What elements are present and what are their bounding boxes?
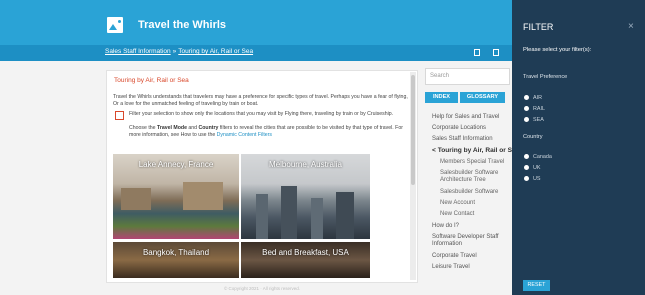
filter-guide-text: Choose the Travel Mode and Country filte… (129, 125, 414, 139)
filter-title: FILTER (523, 22, 554, 32)
index-button[interactable]: INDEX (425, 92, 458, 103)
skyscraper-shape (336, 192, 354, 239)
nav-item-software-developer[interactable]: Software Developer Staff Information (432, 234, 512, 248)
nav-item-how-do-i[interactable]: How do I? (432, 223, 459, 229)
filter-prompt: Please select your filter(s): (523, 47, 592, 53)
filter-option-us[interactable]: US (524, 176, 541, 182)
breadcrumb-link-touring[interactable]: Touring by Air, Rail or Sea (178, 48, 253, 55)
skyscraper-shape (256, 194, 268, 239)
tile-bangkok[interactable]: Bangkok, Thailand (113, 242, 239, 278)
building-shape (183, 182, 223, 210)
filter-option-rail[interactable]: RAIL (524, 106, 545, 112)
guide-country: Country (198, 125, 219, 131)
option-label: Canada (533, 154, 552, 160)
tile-label: Lake Annecy, France (138, 160, 214, 169)
radio-icon[interactable] (524, 117, 529, 122)
option-label: SEA (533, 117, 544, 123)
nav-item-corporate-locations[interactable]: Corporate Locations (432, 125, 486, 131)
option-label: UK (533, 165, 541, 171)
nav-item-new-account[interactable]: New Account (440, 200, 475, 206)
skyscraper-shape (311, 198, 323, 239)
nav-item-new-contact[interactable]: New Contact (440, 211, 474, 217)
nav-item-label: Touring by Air, Rail or Sea (437, 147, 520, 154)
site-title[interactable]: Travel the Whirls (138, 19, 226, 31)
breadcrumb-link-sales-staff[interactable]: Sales Staff Information (105, 48, 171, 55)
filter-option-air[interactable]: AIR (524, 95, 542, 101)
filter-panel: FILTER × Please select your filter(s): T… (512, 0, 645, 295)
nav-item-help-sales[interactable]: Help for Sales and Travel (432, 114, 499, 120)
scrollbar-thumb[interactable] (411, 75, 415, 185)
image-logo-icon (107, 17, 123, 33)
search-placeholder: Search (430, 73, 450, 79)
expand-chevron-icon[interactable]: < (432, 147, 436, 154)
guide-text-mid: and (186, 125, 199, 131)
guide-text-prefix: Choose the (129, 125, 157, 131)
travel-preference-heading: Travel Preference (523, 74, 568, 80)
tile-label: Bangkok, Thailand (142, 248, 210, 257)
radio-icon[interactable] (524, 106, 529, 111)
article-title: Touring by Air, Rail or Sea (114, 77, 189, 84)
filter-option-sea[interactable]: SEA (524, 117, 544, 123)
guide-travel-mode: Travel Mode (156, 125, 187, 131)
nav-item-leisure-travel[interactable]: Leisure Travel (432, 264, 470, 270)
country-heading: Country (523, 134, 543, 140)
nav-item-corporate-travel[interactable]: Corporate Travel (432, 253, 477, 259)
filter-option-canada[interactable]: Canada (524, 154, 552, 160)
nav-item-touring-current[interactable]: < Touring by Air, Rail or Sea (432, 147, 519, 154)
radio-icon[interactable] (524, 176, 529, 181)
breadcrumb-bar: Sales Staff Information» Touring by Air, … (0, 45, 512, 61)
tile-label: Bed and Breakfast, USA (262, 248, 349, 257)
share-icon[interactable] (493, 49, 499, 56)
breadcrumb: Sales Staff Information» Touring by Air, … (105, 48, 253, 55)
option-label: RAIL (533, 106, 545, 112)
glossary-button[interactable]: GLOSSARY (460, 92, 505, 103)
top-header: Travel the Whirls (0, 0, 512, 45)
radio-icon[interactable] (524, 154, 529, 159)
filter-checkbox[interactable] (115, 111, 124, 120)
search-input[interactable]: Search (425, 68, 510, 85)
tile-label: Melbourne, Australia (269, 160, 342, 169)
print-icon[interactable] (474, 49, 480, 56)
nav-item-members-special[interactable]: Members Special Travel (440, 159, 504, 165)
checkbox-description: Filter your selection to show only the l… (129, 111, 394, 117)
nav-item-salesbuilder-tree[interactable]: Salesbuilder Software Architecture Tree (440, 170, 510, 184)
tile-melbourne[interactable]: Melbourne, Australia (241, 154, 370, 239)
close-icon[interactable]: × (628, 21, 634, 32)
building-shape (121, 188, 151, 210)
nav-item-sales-staff[interactable]: Sales Staff Information (432, 136, 493, 142)
option-label: AIR (533, 95, 542, 101)
copyright-text: © Copyright 2021 · All rights reserved. (223, 286, 301, 291)
reset-button[interactable]: RESET (523, 280, 550, 291)
article-intro: Travel the Whirls understands that trave… (113, 94, 408, 107)
radio-icon[interactable] (524, 95, 529, 100)
nav-item-salesbuilder[interactable]: Salesbuilder Software (440, 189, 498, 195)
tile-bed-and-breakfast[interactable]: Bed and Breakfast, USA (241, 242, 370, 278)
filter-option-uk[interactable]: UK (524, 165, 541, 171)
tile-lake-annecy[interactable]: Lake Annecy, France (113, 154, 239, 239)
option-label: US (533, 176, 541, 182)
skyscraper-shape (281, 186, 297, 239)
dynamic-filters-link[interactable]: Dynamic Content Filters (217, 132, 272, 138)
radio-icon[interactable] (524, 165, 529, 170)
